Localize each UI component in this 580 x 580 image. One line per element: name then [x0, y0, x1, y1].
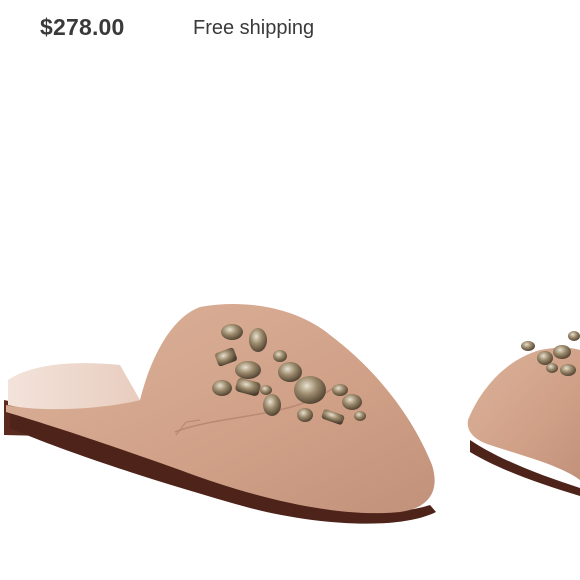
shipping-label: Free shipping	[193, 17, 315, 39]
product-image-main[interactable]	[4, 304, 436, 524]
listing-price: $278.00	[40, 14, 125, 40]
image-carousel[interactable]	[0, 60, 580, 580]
product-image-next[interactable]	[467, 331, 580, 496]
price-row: $278.00 Free shipping	[0, 0, 580, 60]
